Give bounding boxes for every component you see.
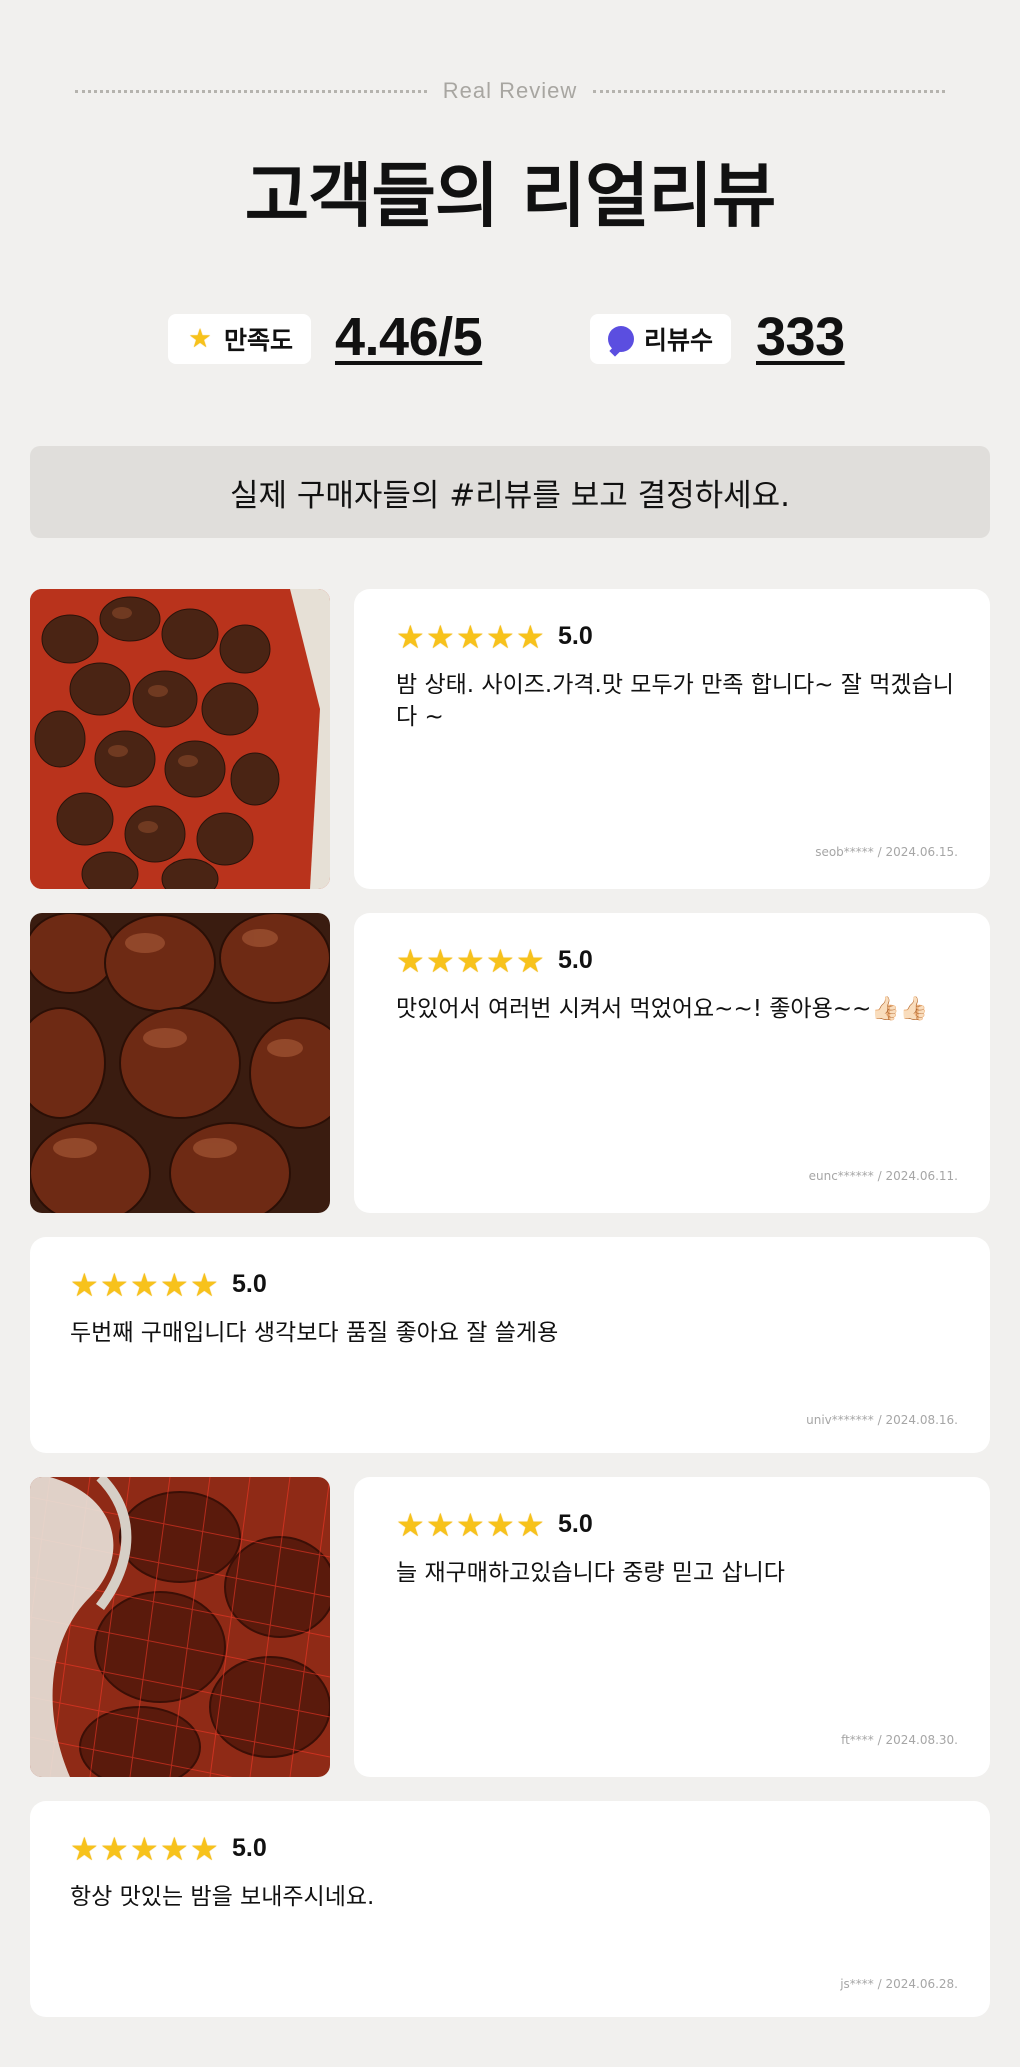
star-icon: ★ bbox=[516, 618, 545, 656]
star-icon: ★ bbox=[426, 618, 455, 656]
rating-stars: ★ ★ ★ ★ ★ bbox=[396, 1506, 545, 1544]
star-icon: ★ bbox=[188, 324, 212, 354]
rating-score: 5.0 bbox=[232, 1834, 267, 1862]
rating-stars: ★ ★ ★ ★ ★ bbox=[70, 1266, 219, 1304]
review-meta: js**** / 2024.06.28. bbox=[840, 1977, 958, 1991]
chestnuts-net-image bbox=[30, 1477, 330, 1777]
rating-score: 5.0 bbox=[232, 1270, 267, 1298]
review-count-value: 333 bbox=[756, 307, 845, 367]
eyebrow-divider-left bbox=[75, 89, 427, 93]
review-date: 2024.06.15. bbox=[885, 845, 958, 859]
review-card[interactable]: ★ ★ ★ ★ ★ 5.0 두번째 구매입니다 생각보다 품질 좋아요 잘 쓸게용 un… bbox=[30, 1237, 990, 1453]
star-icon: ★ bbox=[100, 1830, 129, 1868]
review-date: 2024.08.30. bbox=[885, 1733, 958, 1747]
star-icon: ★ bbox=[516, 942, 545, 980]
review-card[interactable]: ★ ★ ★ ★ ★ 5.0 항상 맛있는 밤을 보내주시네요. js**** / 202… bbox=[30, 1801, 990, 2017]
review-meta: univ******* / 2024.08.16. bbox=[806, 1413, 958, 1427]
review-meta: eunc****** / 2024.06.11. bbox=[808, 1169, 958, 1183]
star-icon: ★ bbox=[100, 1266, 129, 1304]
review-card[interactable]: ★ ★ ★ ★ ★ 5.0 맛있어서 여러번 시켜서 먹었어요~~! 좋아용~~👍🏻👍🏻… bbox=[354, 913, 990, 1213]
star-icon: ★ bbox=[160, 1830, 189, 1868]
rating-score: 5.0 bbox=[558, 946, 593, 974]
eyebrow-divider-right bbox=[593, 89, 945, 93]
review-text: 맛있어서 여러번 시켜서 먹었어요~~! 좋아용~~👍🏻👍🏻 bbox=[396, 996, 929, 1022]
chestnuts-closeup-image bbox=[30, 913, 330, 1213]
star-icon: ★ bbox=[396, 1506, 425, 1544]
review-author: univ******* bbox=[806, 1413, 874, 1427]
info-banner: 실제 구매자들의 #리뷰를 보고 결정하세요. bbox=[30, 446, 990, 538]
review-date: 2024.08.16. bbox=[885, 1413, 958, 1427]
page-title: 고객들의 리얼리뷰 bbox=[244, 155, 777, 237]
review-text: 늘 재구매하고있습니다 중량 믿고 삽니다 bbox=[396, 1560, 785, 1586]
review-card[interactable]: ★ ★ ★ ★ ★ 5.0 밤 상태. 사이즈.가격.맛 모두가 만족 합니다~ 잘 먹… bbox=[354, 589, 990, 889]
star-icon: ★ bbox=[396, 618, 425, 656]
review-text: 항상 맛있는 밤을 보내주시네요. bbox=[70, 1884, 375, 1910]
star-icon: ★ bbox=[456, 942, 485, 980]
review-text: 밤 상태. 사이즈.가격.맛 모두가 만족 합니다~ 잘 먹겠습니다 ~ bbox=[396, 672, 954, 730]
star-icon: ★ bbox=[426, 1506, 455, 1544]
star-icon: ★ bbox=[190, 1266, 219, 1304]
star-icon: ★ bbox=[70, 1830, 99, 1868]
review-meta: seob***** / 2024.06.15. bbox=[815, 845, 958, 859]
review-author: eunc****** bbox=[808, 1169, 874, 1183]
review-count-label-pill: 리뷰수 bbox=[590, 314, 732, 364]
star-icon: ★ bbox=[426, 942, 455, 980]
rating-stars: ★ ★ ★ ★ ★ bbox=[396, 618, 545, 656]
star-icon: ★ bbox=[130, 1266, 159, 1304]
review-date: 2024.06.11. bbox=[885, 1169, 958, 1183]
rating-stars: ★ ★ ★ ★ ★ bbox=[70, 1830, 219, 1868]
star-icon: ★ bbox=[486, 942, 515, 980]
chat-bubble-icon bbox=[608, 326, 634, 352]
review-photo[interactable] bbox=[30, 1477, 330, 1777]
review-author: ft**** bbox=[841, 1733, 874, 1747]
review-author: js**** bbox=[840, 1977, 874, 1991]
review-card[interactable]: ★ ★ ★ ★ ★ 5.0 늘 재구매하고있습니다 중량 믿고 삽니다 ft**** /… bbox=[354, 1477, 990, 1777]
review-photo[interactable] bbox=[30, 913, 330, 1213]
satisfaction-value: 4.46/5 bbox=[335, 307, 483, 367]
star-icon: ★ bbox=[130, 1830, 159, 1868]
rating-score: 5.0 bbox=[558, 622, 593, 650]
star-icon: ★ bbox=[396, 942, 425, 980]
real-review-eyebrow: Real Review bbox=[75, 76, 945, 106]
star-icon: ★ bbox=[160, 1266, 189, 1304]
star-icon: ★ bbox=[456, 1506, 485, 1544]
review-text: 두번째 구매입니다 생각보다 품질 좋아요 잘 쓸게용 bbox=[70, 1320, 559, 1346]
chestnuts-bag-image bbox=[30, 589, 330, 889]
star-icon: ★ bbox=[486, 1506, 515, 1544]
star-icon: ★ bbox=[70, 1266, 99, 1304]
review-date: 2024.06.28. bbox=[885, 1977, 958, 1991]
rating-stars: ★ ★ ★ ★ ★ bbox=[396, 942, 545, 980]
star-icon: ★ bbox=[456, 618, 485, 656]
review-photo[interactable] bbox=[30, 589, 330, 889]
satisfaction-label: 만족도 bbox=[224, 326, 294, 355]
review-count-label: 리뷰수 bbox=[644, 326, 714, 355]
star-icon: ★ bbox=[190, 1830, 219, 1868]
star-icon: ★ bbox=[516, 1506, 545, 1544]
review-author: seob***** bbox=[815, 845, 874, 859]
rating-score: 5.0 bbox=[558, 1510, 593, 1538]
satisfaction-label-pill: ★ 만족도 bbox=[168, 314, 312, 364]
eyebrow-text: Real Review bbox=[442, 78, 578, 103]
star-icon: ★ bbox=[486, 618, 515, 656]
review-meta: ft**** / 2024.08.30. bbox=[841, 1733, 958, 1747]
